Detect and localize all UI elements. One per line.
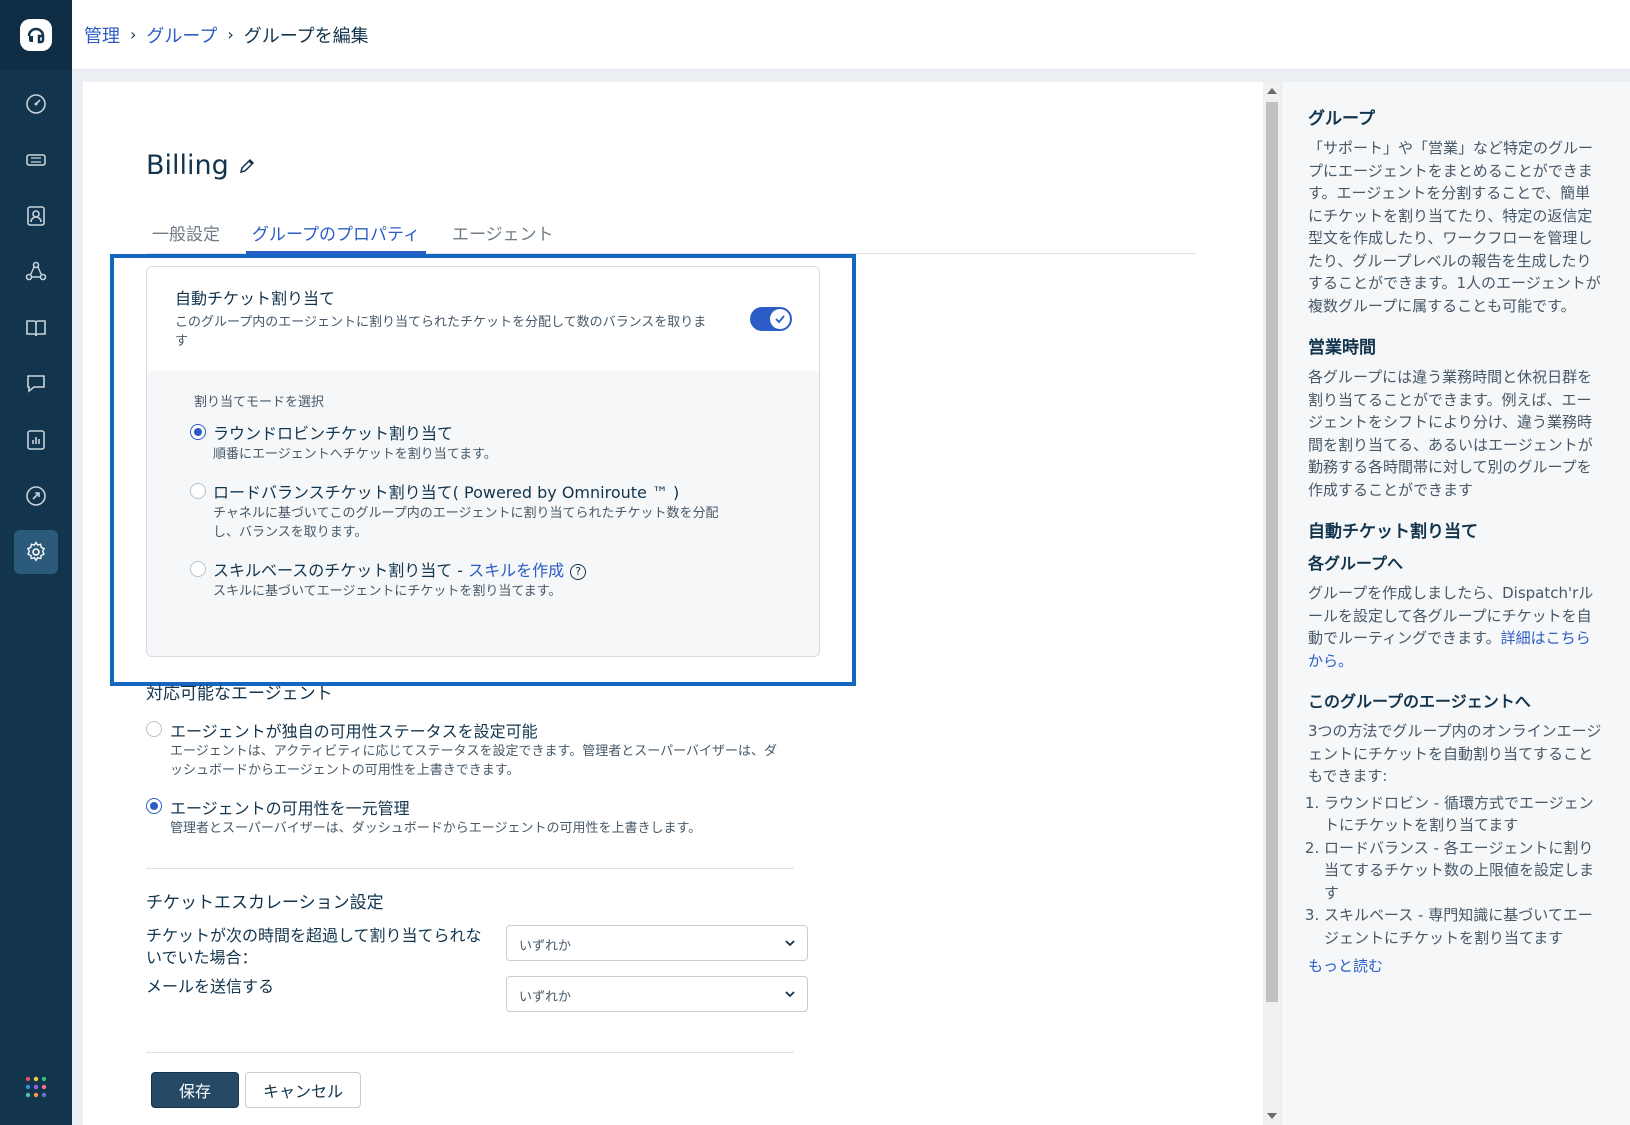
help-groups-text: 「サポート」や「営業」など特定のグループにエージェントをまとめることができます。… bbox=[1308, 139, 1601, 315]
skill-based-title: スキルベースのチケット割り当て - スキルを作成? bbox=[213, 557, 587, 581]
auto-assign-title: 自動チケット割り当て bbox=[175, 289, 336, 308]
forums-icon[interactable] bbox=[14, 362, 58, 406]
help-agents-text: 3つの方法でグループ内のオンラインエージェントにチケットを自動割り当てすることも… bbox=[1308, 722, 1602, 785]
footer-divider bbox=[146, 1052, 794, 1053]
chevron-down-icon bbox=[785, 991, 795, 998]
central-availability-description: 管理者とスーパーバイザーは、ダッシュボードからエージェントの可用性を上書きします… bbox=[170, 821, 702, 836]
skill-based-title-text: スキルベースのチケット割り当て - bbox=[213, 561, 469, 580]
tab-group-properties[interactable]: グループのプロパティ bbox=[246, 214, 426, 254]
auto-assign-description: このグループ内のエージェントに割り当てられたチケットを分配して数のバランスを取り… bbox=[175, 315, 707, 349]
analytics-icon[interactable] bbox=[14, 418, 58, 462]
apps-grid-icon[interactable] bbox=[24, 1075, 48, 1099]
auto-assign-toggle[interactable] bbox=[750, 307, 792, 331]
breadcrumb-current: グループを編集 bbox=[243, 25, 369, 47]
agent-self-status-description: エージェントは、アクティビティに応じてステータスを設定できます。管理者とスーパー… bbox=[170, 744, 777, 778]
help-each-group-text: グループを作成しましたら、Dispatch'rルールを設定して各グループにチケッ… bbox=[1308, 582, 1604, 672]
skill-based-description: スキルに基づいてエージェントにチケットを割り当てます。 bbox=[213, 584, 562, 599]
read-more-link[interactable]: もっと読む bbox=[1308, 957, 1383, 975]
logo-area bbox=[0, 0, 72, 70]
unassigned-time-label: チケットが次の時間を超過して割り当てられないでいた場合： bbox=[146, 926, 482, 967]
round-robin-description: 順番にエージェントへチケットを割り当てます。 bbox=[213, 447, 497, 462]
unassigned-time-value: いずれか bbox=[519, 939, 572, 954]
auto-assign-header: 自動チケット割り当て このグループ内のエージェントに割り当てられたチケットを分配… bbox=[147, 267, 819, 371]
list-item: ラウンドロビン - 循環方式でエージェントにチケットを割り当てます bbox=[1324, 792, 1604, 837]
breadcrumb-admin-link[interactable]: 管理 bbox=[84, 22, 120, 48]
help-groups-title: グループ bbox=[1308, 109, 1375, 129]
left-sidebar bbox=[0, 0, 72, 1125]
assign-mode-label: 割り当てモードを選択 bbox=[194, 395, 325, 410]
save-button[interactable]: 保存 bbox=[151, 1072, 239, 1108]
help-panel: グループ 「サポート」や「営業」など特定のグループにエージェントをまとめることが… bbox=[1281, 82, 1630, 1125]
unassigned-time-select[interactable]: いずれか bbox=[506, 925, 808, 961]
help-icon[interactable]: ? bbox=[570, 563, 587, 580]
round-robin-title: ラウンドロビンチケット割り当て bbox=[213, 424, 454, 443]
scroll-down-icon[interactable] bbox=[1267, 1113, 1277, 1119]
breadcrumb-groups-link[interactable]: グループ bbox=[146, 22, 217, 48]
help-auto-title: 自動チケット割り当て bbox=[1308, 522, 1478, 542]
send-email-select[interactable]: いずれか bbox=[506, 976, 808, 1012]
toggle-check-icon bbox=[770, 309, 790, 329]
escalation-title: チケットエスカレーション設定 bbox=[146, 893, 384, 913]
breadcrumb: 管理 › グループ › グループを編集 bbox=[72, 0, 1630, 70]
agent-self-status-title: エージェントが独自の可用性ステータスを設定可能 bbox=[170, 722, 538, 741]
page-title: Billing bbox=[146, 150, 229, 181]
list-item: ロードバランス - 各エージェントに割り当てするチケット数の上限値を設定します bbox=[1324, 837, 1604, 905]
knowledge-base-icon[interactable] bbox=[14, 306, 58, 350]
settings-icon[interactable] bbox=[14, 530, 58, 574]
load-balance-radio[interactable] bbox=[190, 483, 206, 499]
scroll-thumb[interactable] bbox=[1266, 102, 1278, 1002]
load-balance-title: ロードバランスチケット割り当て( Powered by Omniroute ™ … bbox=[213, 483, 680, 502]
main-scrollbar[interactable] bbox=[1263, 82, 1281, 1125]
create-skill-link[interactable]: スキルを作成 bbox=[468, 561, 564, 580]
send-email-value: いずれか bbox=[519, 990, 572, 1005]
tab-bar: 一般設定 グループのプロパティ エージェント bbox=[146, 214, 1196, 254]
tab-agents[interactable]: エージェント bbox=[446, 214, 560, 254]
cancel-button[interactable]: キャンセル bbox=[245, 1072, 361, 1108]
central-availability-title: エージェントの可用性を一元管理 bbox=[170, 799, 410, 818]
help-agents-list: ラウンドロビン - 循環方式でエージェントにチケットを割り当てます ロードバラン… bbox=[1308, 792, 1604, 950]
chevron-down-icon bbox=[785, 940, 795, 947]
auto-assign-card: 自動チケット割り当て このグループ内のエージェントに割り当てられたチケットを分配… bbox=[146, 266, 820, 657]
help-hours-text: 各グループには違う業務時間と休祝日群を割り当てることができます。例えば、エージェ… bbox=[1308, 368, 1593, 499]
list-item: スキルベース - 専門知識に基づいてエージェントにチケットを割り当てます bbox=[1324, 904, 1604, 949]
breadcrumb-separator: › bbox=[130, 25, 137, 44]
help-each-group-title: 各グループへ bbox=[1308, 554, 1404, 573]
breadcrumb-separator: › bbox=[227, 25, 234, 44]
help-agents-title: このグループのエージェントへ bbox=[1308, 692, 1531, 711]
edit-pencil-icon[interactable] bbox=[237, 156, 257, 176]
groups-icon[interactable] bbox=[14, 250, 58, 294]
section-divider bbox=[146, 868, 794, 869]
send-email-label: メールを送信する bbox=[146, 977, 275, 996]
main-content: Billing 一般設定 グループのプロパティ エージェント 自動チケット割り当… bbox=[83, 82, 1263, 1125]
scroll-up-icon[interactable] bbox=[1267, 88, 1277, 94]
app-logo-icon[interactable] bbox=[20, 19, 52, 51]
load-balance-description: チャネルに基づいてこのグループ内のエージェントに割り当てられたチケット数を分配し… bbox=[213, 506, 719, 540]
skill-based-radio[interactable] bbox=[190, 561, 206, 577]
tab-general[interactable]: 一般設定 bbox=[146, 214, 226, 254]
contacts-icon[interactable] bbox=[14, 194, 58, 238]
availability-title: 対応可能なエージェント bbox=[146, 684, 333, 704]
tickets-icon[interactable] bbox=[14, 138, 58, 182]
central-availability-radio[interactable] bbox=[146, 798, 162, 814]
help-hours-title: 営業時間 bbox=[1308, 338, 1376, 358]
dashboard-icon[interactable] bbox=[14, 82, 58, 126]
agent-self-status-radio[interactable] bbox=[146, 721, 162, 737]
admin-icon[interactable] bbox=[14, 474, 58, 518]
round-robin-radio[interactable] bbox=[190, 424, 206, 440]
